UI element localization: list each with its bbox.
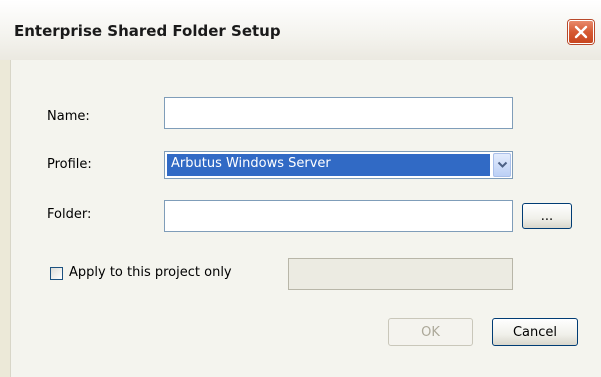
name-field[interactable] (164, 97, 513, 129)
apply-label[interactable]: Apply to this project only (69, 265, 232, 280)
name-input[interactable] (165, 98, 512, 128)
browse-button[interactable]: ... (522, 203, 572, 229)
project-input (289, 259, 512, 289)
folder-field[interactable] (164, 200, 513, 232)
project-field (288, 258, 513, 290)
dropdown-arrow-button[interactable] (493, 153, 511, 177)
folder-input[interactable] (165, 201, 512, 231)
folder-label: Folder: (47, 207, 92, 222)
profile-select[interactable]: Arbutus Windows Server (164, 151, 513, 179)
close-icon (574, 25, 588, 39)
profile-label: Profile: (47, 157, 92, 172)
title-bar[interactable]: Enterprise Shared Folder Setup (0, 0, 601, 60)
ok-button[interactable]: OK (388, 318, 473, 346)
profile-selected-value: Arbutus Windows Server (167, 154, 490, 176)
close-button[interactable] (568, 20, 594, 44)
chevron-down-icon (497, 161, 508, 168)
window-title: Enterprise Shared Folder Setup (14, 22, 281, 40)
apply-checkbox[interactable] (50, 267, 63, 280)
name-label: Name: (47, 109, 90, 124)
cancel-button[interactable]: Cancel (492, 318, 578, 346)
